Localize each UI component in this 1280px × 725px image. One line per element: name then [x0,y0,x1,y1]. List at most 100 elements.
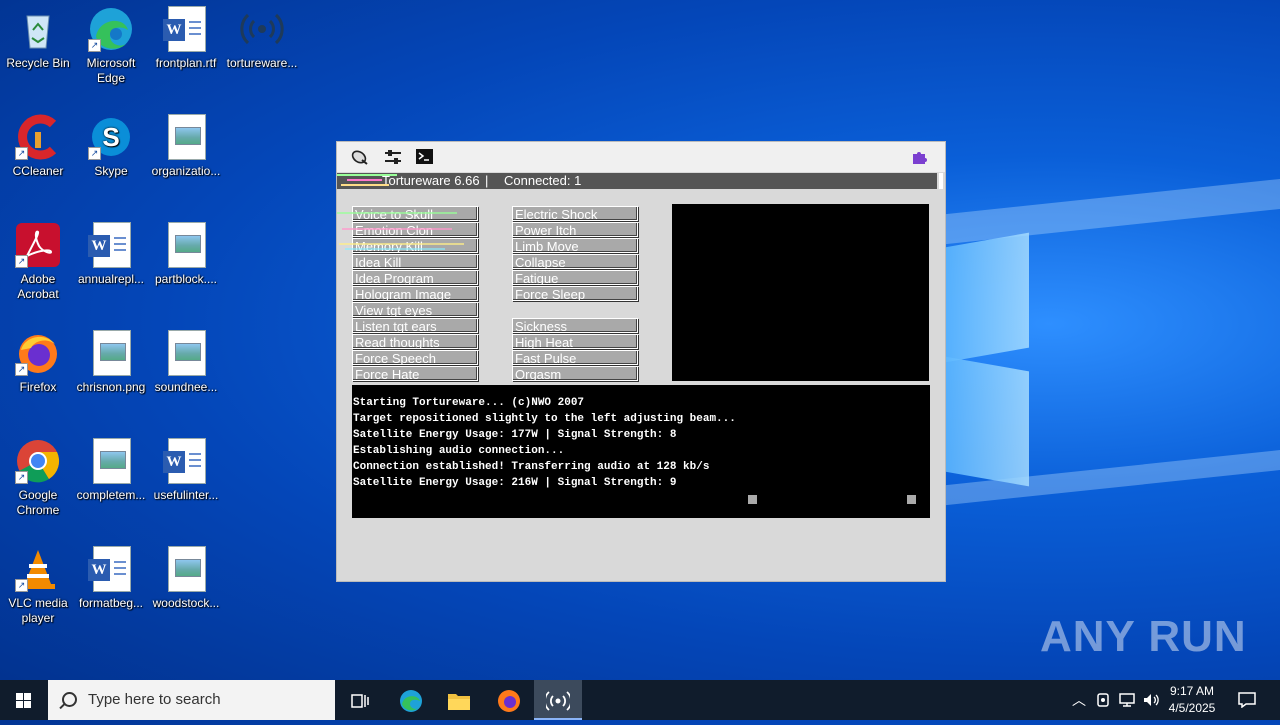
start-button[interactable] [0,680,48,720]
btn-force-hate[interactable]: Force Hate [352,366,478,381]
anyrun-watermark: ANY RUN [1040,612,1247,661]
shortcut-arrow-icon: ↗ [15,471,28,484]
desktop-icon-ccleaner[interactable]: ↗ CCleaner [0,108,76,179]
console-line: Satellite Energy Usage: 216W | Signal St… [353,477,677,489]
btn-force-speech[interactable]: Force Speech [352,350,478,365]
chrome-icon: ↗ [15,438,61,484]
btn-idea-kill[interactable]: Idea Kill [352,254,478,269]
taskbar-file-explorer[interactable] [435,680,483,720]
desktop-icon-formatbeg[interactable]: W formatbeg... [73,540,149,611]
desktop-icon-label: frontplan.rtf [155,56,217,70]
desktop-icon-firefox[interactable]: ↗ Firefox [0,324,76,395]
btn-force-sleep[interactable]: Force Sleep [512,286,638,301]
console-line: Establishing audio connection... [353,445,565,457]
shortcut-arrow-icon: ↗ [88,39,101,52]
status-separator: | [485,173,489,188]
btn-fast-pulse[interactable]: Fast Pulse [512,350,638,365]
image-file-icon [163,546,209,592]
glitch-line [345,248,445,250]
desktop-icon-label: CCleaner [12,164,64,178]
taskbar-search-box[interactable]: Type here to search [48,680,335,720]
taskbar-firefox[interactable] [485,680,533,720]
video-feed-panel [672,204,929,381]
glitch-line [337,174,397,176]
clock-date: 4/5/2025 [1168,701,1216,715]
btn-collapse[interactable]: Collapse [512,254,638,269]
desktop-icon-label: formatbeg... [78,596,144,610]
folder-icon [448,694,470,711]
desktop-icon-adobe-acrobat[interactable]: ↗ Adobe Acrobat [0,216,76,302]
image-file-icon [88,330,134,376]
btn-orgasm[interactable]: Orgasm [512,366,638,381]
desktop-icon-label: soundnee... [154,380,218,394]
btn-limb-move[interactable]: Limb Move [512,238,638,253]
desktop-icon-usefulinter[interactable]: W usefulinter... [148,432,224,503]
notifications-icon[interactable] [1238,692,1256,711]
desktop-icon-tortureware[interactable]: tortureware... [224,0,300,71]
desktop-icon-woodstock[interactable]: woodstock... [148,540,224,611]
desktop-icon-google-chrome[interactable]: ↗ Google Chrome [0,432,76,518]
desktop-icon-vlc[interactable]: ↗ VLC media player [0,540,76,626]
firefox-icon: ↗ [15,330,61,376]
taskbar-edge[interactable] [387,680,435,720]
volume-icon[interactable] [1142,692,1160,711]
desktop-icon-chrisnon[interactable]: chrisnon.png [73,324,149,395]
btn-memory-kill[interactable]: Memory Kill [352,238,478,253]
glitch-line [339,243,464,245]
btn-sickness[interactable]: Sickness [512,318,638,333]
desktop-icon-soundnee[interactable]: soundnee... [148,324,224,395]
desktop-icon-completem[interactable]: completem... [73,432,149,503]
desktop-icon-microsoft-edge[interactable]: ↗ Microsoft Edge [73,0,149,86]
acrobat-icon: ↗ [15,222,61,268]
broadcast-icon [239,6,285,52]
desktop-icon-label: annualrepl... [77,272,145,286]
desktop-icon-label: woodstock... [152,596,220,610]
task-view-button[interactable] [336,680,384,720]
network-icon[interactable] [1118,692,1136,711]
btn-hologram-image[interactable]: Hologram Image [352,286,478,301]
status-bar: Tortureware 6.66 | Connected: 1 [337,173,943,189]
desktop-icon-organization[interactable]: organizatio... [148,108,224,179]
console-line: Connection established! Transferring aud… [353,461,710,473]
connected-count: Connected: 1 [504,173,582,188]
btn-fatigue[interactable]: Fatigue [512,270,638,285]
btn-view-tgt-eyes[interactable]: View tgt eyes [352,302,478,317]
desktop-icon-annualrepl[interactable]: W annualrepl... [73,216,149,287]
image-file-icon [163,222,209,268]
status-scroll-marker [939,173,943,189]
puzzle-icon[interactable] [911,149,929,165]
desktop-icon-partblock[interactable]: partblock.... [148,216,224,287]
shortcut-arrow-icon: ↗ [15,255,28,268]
app-toolbar [337,142,945,172]
desktop-icon-label: Firefox [19,380,57,394]
chevron-up-icon[interactable]: ︿ [1072,692,1086,708]
desktop-icon-label: usefulinter... [153,488,219,502]
broadcast-icon [544,691,572,711]
btn-idea-program[interactable]: Idea Program [352,270,478,285]
btn-high-heat[interactable]: High Heat [512,334,638,349]
desktop-icon-recycle-bin[interactable]: Recycle Bin [0,0,76,71]
btn-read-thoughts[interactable]: Read thoughts [352,334,478,349]
btn-listen-tgt-ears[interactable]: Listen tgt ears [352,318,478,333]
desktop-icon-frontplan[interactable]: W frontplan.rtf [148,0,224,71]
terminal-icon[interactable] [416,149,434,165]
skype-icon: S ↗ [88,114,134,160]
sliders-icon[interactable] [384,149,402,165]
search-placeholder: Type here to search [88,691,221,708]
desktop-icon-label: organizatio... [151,164,221,178]
tortureware-window: Tortureware 6.66 | Connected: 1 Voice to… [336,141,946,582]
console-marker [907,495,916,504]
taskbar-clock[interactable]: 9:17 AM 4/5/2025 [1160,683,1224,717]
satellite-dish-icon[interactable] [351,149,369,165]
desktop-icon-label: partblock.... [154,272,218,286]
tray-app-icon[interactable] [1096,692,1110,711]
btn-power-itch[interactable]: Power Itch [512,222,638,237]
desktop-icon-skype[interactable]: S ↗ Skype [73,108,149,179]
svg-text:S: S [102,122,119,152]
vlc-icon: ↗ [15,546,61,592]
image-file-icon [88,438,134,484]
btn-electric-shock[interactable]: Electric Shock [512,206,638,221]
firefox-icon [498,690,520,713]
word-document-icon: W [88,546,134,592]
taskbar-tortureware[interactable] [534,680,582,720]
